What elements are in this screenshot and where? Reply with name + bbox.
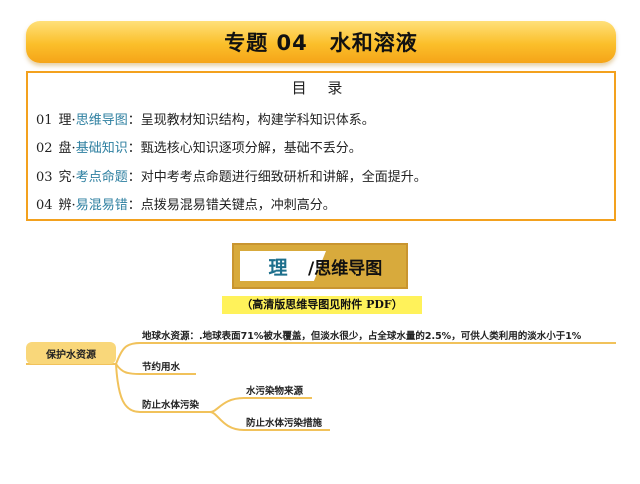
toc-heading: 目 录 bbox=[291, 79, 351, 97]
toc-item-link[interactable]: 考点命题 bbox=[76, 170, 128, 185]
mind-map-child: 水污染物来源 bbox=[246, 386, 304, 397]
connector-child-1 bbox=[209, 397, 312, 413]
toc-item-prefix: 究· bbox=[58, 170, 76, 185]
mind-map-branch: 节约用水 bbox=[142, 362, 181, 373]
toc-item-number: 03 bbox=[36, 170, 53, 185]
toc-item: 04 辨·易混易错：点拨易混易错关键点，冲刺高分。 bbox=[36, 194, 336, 213]
mind-map-branch: 地球水资源：.地球表面71%被水覆盖，但淡水很少，占全球水量的2.5%，可供人类… bbox=[142, 331, 582, 342]
toc-item: 03 究·考点命题：对中考考点命题进行细致研析和讲解，全面提升。 bbox=[36, 166, 427, 185]
toc-item-prefix: 理· bbox=[58, 113, 76, 128]
pdf-note: （高清版思维导图见附件 PDF） bbox=[222, 296, 422, 314]
toc-item: 01 理·思维导图：呈现教材知识结构，构建学科知识体系。 bbox=[36, 109, 375, 128]
toc-item-number: 01 bbox=[36, 113, 53, 128]
mind-map-branch: 防止水体污染 bbox=[142, 400, 200, 411]
toc-item: 02 盘·基础知识：甄选核心知识逐项分解，基础不丢分。 bbox=[36, 137, 362, 156]
toc-item-link[interactable]: 易混易错 bbox=[76, 198, 128, 213]
toc-item-desc: ：点拨易混易错关键点，冲刺高分。 bbox=[127, 198, 336, 213]
toc-item-link[interactable]: 思维导图 bbox=[76, 113, 128, 128]
toc-item-number: 02 bbox=[36, 141, 53, 156]
toc-item-number: 04 bbox=[36, 198, 53, 213]
toc-item-link[interactable]: 基础知识 bbox=[76, 141, 128, 156]
toc-item-desc: ：对中考考点命题进行细致研析和讲解，全面提升。 bbox=[127, 170, 427, 185]
mind-map-root: 保护水资源 bbox=[26, 342, 116, 364]
toc-item-desc: ：甄选核心知识逐项分解，基础不丢分。 bbox=[127, 141, 362, 156]
toc-item-desc: ：呈现教材知识结构，构建学科知识体系。 bbox=[127, 113, 375, 128]
section-banner: 理 /思维导图 bbox=[232, 243, 408, 289]
toc-item-prefix: 盘· bbox=[58, 141, 76, 156]
page-title: 专题 04 水和溶液 bbox=[26, 21, 616, 63]
mind-map-child: 防止水体污染措施 bbox=[246, 418, 323, 429]
table-of-contents: 目 录 01 理·思维导图：呈现教材知识结构，构建学科知识体系。 02 盘·基础知识… bbox=[26, 71, 616, 221]
connector-branch-1 bbox=[115, 342, 616, 365]
toc-item-prefix: 辨· bbox=[58, 198, 76, 213]
mind-map: 保护水资源 地球水资源：.地球表面71%被水覆盖，但淡水很少，占全球水量的2.5… bbox=[0, 318, 640, 458]
banner-title: /思维导图 bbox=[308, 258, 383, 279]
